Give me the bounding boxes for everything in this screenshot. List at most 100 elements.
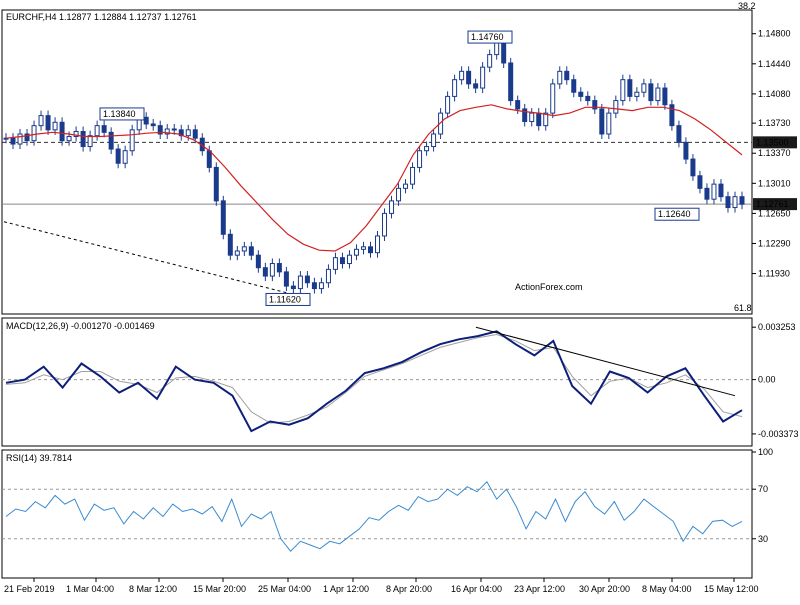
price-candle-body (473, 83, 479, 89)
x-tick-label: 16 Apr 04:00 (451, 584, 502, 594)
price-candle-body (627, 79, 633, 97)
price-candle-body (52, 121, 58, 131)
price-candle-body (297, 275, 303, 290)
price-annotation-label: 1.14760 (471, 32, 504, 42)
price-candle-body (536, 112, 542, 127)
x-tick-label: 8 Mar 12:00 (129, 584, 177, 594)
price-candle-body (466, 70, 472, 85)
price-candle-body (662, 87, 668, 106)
price-candle-body (697, 175, 703, 189)
price-candle-body (339, 257, 345, 265)
price-candle-body (711, 183, 717, 200)
price-candle-body (732, 196, 738, 209)
x-tick-label: 1 Apr 12:00 (323, 584, 369, 594)
price-candle-body (529, 112, 535, 122)
price-candle-body (220, 200, 226, 235)
price-candle-body (143, 116, 149, 125)
price-candle-body (557, 70, 563, 85)
macd-panel-frame (1, 317, 753, 447)
price-candle-body (410, 166, 416, 185)
y-tick-label: 0.00 (758, 375, 776, 385)
y-tick-label: 1.12290 (758, 238, 791, 248)
y-tick-label: 30 (758, 534, 768, 544)
price-candle-body (80, 130, 86, 148)
price-candle-body (101, 125, 107, 133)
macd-panel-title: MACD(12,26,9) -0.001270 -0.001469 (6, 321, 155, 331)
price-level-label: 1.13500 (756, 137, 789, 147)
price-candle-body (129, 129, 135, 152)
price-candle-body (676, 125, 682, 143)
price-candle-body (613, 100, 619, 114)
rsi-panel-title: RSI(14) 39.7814 (6, 453, 72, 463)
price-candle-body (122, 150, 128, 164)
price-candle-body (276, 263, 282, 273)
price-annotation-label: 1.11620 (269, 294, 301, 304)
price-candle-body (206, 150, 212, 168)
price-candle-body (452, 79, 458, 97)
price-candle-body (346, 254, 352, 265)
y-tick-label: 100 (758, 447, 773, 457)
price-candle-body (108, 131, 114, 150)
price-candle-body (283, 271, 289, 287)
price-candle-body (487, 54, 493, 68)
price-candle-body (375, 235, 381, 254)
price-annotation-label: 1.12640 (658, 209, 691, 219)
price-candle-body (304, 275, 310, 284)
price-candle-body (669, 104, 675, 127)
price-candle-body (318, 282, 324, 290)
y-tick-label: 1.14800 (758, 29, 791, 39)
price-candle-body (171, 128, 177, 131)
y-tick-label: 1.13730 (758, 118, 791, 128)
price-candle-body (683, 141, 689, 160)
price-candle-body (445, 95, 451, 114)
price-candle-body (262, 267, 268, 277)
chart-window: EURCHF,H4 1.12877 1.12884 1.12737 1.1276… (0, 0, 800, 600)
y-tick-label: 70 (758, 484, 768, 494)
price-candle-body (501, 41, 507, 64)
price-candle-body (494, 41, 500, 56)
price-candle-body (718, 183, 724, 198)
price-candle-body (389, 200, 395, 214)
fib-bottom-label: 61.8 (734, 303, 752, 313)
price-candle-body (248, 246, 254, 256)
price-candle-body (192, 129, 198, 139)
price-candle-body (403, 183, 409, 189)
price-candle-body (396, 187, 402, 202)
price-candle-body (59, 121, 65, 142)
price-candle-body (325, 268, 331, 284)
price-panel-title: EURCHF,H4 1.12877 1.12884 1.12737 1.1276… (6, 12, 197, 22)
price-candle-body (620, 79, 626, 102)
x-tick-label: 30 Apr 20:00 (579, 584, 630, 594)
y-tick-label: -0.003373 (758, 429, 799, 439)
price-candle-body (10, 137, 16, 145)
price-candle-body (480, 66, 486, 89)
price-candle-body (704, 187, 710, 200)
price-candle-body (115, 148, 121, 164)
x-tick-label: 8 May 04:00 (642, 584, 692, 594)
price-candle-body (641, 83, 647, 93)
y-tick-label: 1.14440 (758, 59, 791, 69)
x-tick-label: 23 Apr 12:00 (514, 584, 565, 594)
price-candle-body (94, 125, 100, 137)
price-candle-body (227, 233, 233, 256)
price-candle-body (332, 257, 338, 270)
x-tick-label: 25 Mar 04:00 (258, 584, 311, 594)
price-candle-body (417, 150, 423, 168)
x-tick-label: 21 Feb 2019 (4, 584, 55, 594)
price-candle-body (634, 91, 640, 97)
price-candle-body (269, 263, 275, 277)
price-candle-body (690, 158, 696, 177)
price-candle-body (648, 83, 654, 102)
price-candle-body (367, 246, 373, 254)
fib-top-label: 38.2 (738, 1, 756, 11)
price-candle-body (564, 70, 570, 81)
price-level-label: 1.12761 (756, 199, 789, 209)
y-tick-label: 1.11930 (758, 269, 790, 279)
price-candle-body (360, 246, 366, 250)
price-candle-body (150, 123, 156, 127)
price-candle-body (578, 91, 584, 97)
chart-svg: EURCHF,H4 1.12877 1.12884 1.12737 1.1276… (1, 1, 799, 594)
price-candle-body (599, 108, 605, 135)
price-candle-body (31, 125, 37, 142)
price-candle-body (585, 95, 591, 102)
